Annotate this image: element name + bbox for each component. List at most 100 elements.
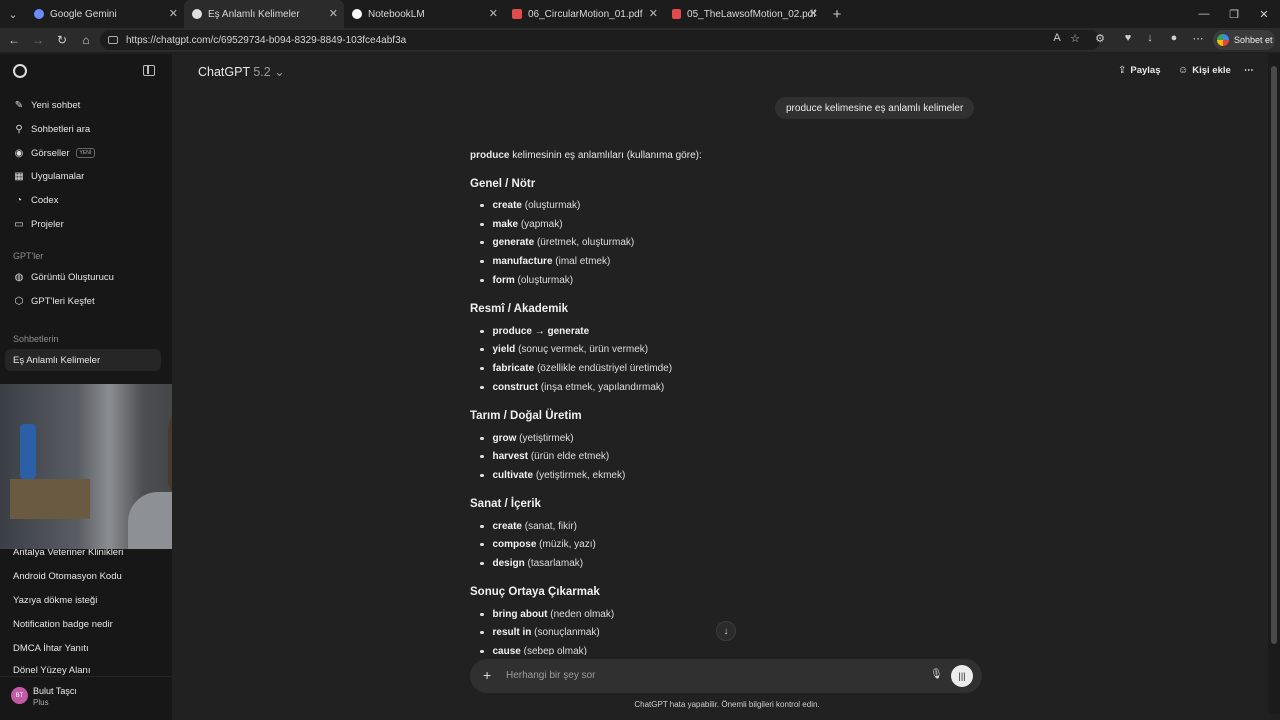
pdf-icon <box>672 9 682 19</box>
list-item: create (sanat, fikir) <box>480 521 577 532</box>
new-tab-plus-icon[interactable]: + <box>824 6 850 23</box>
folder-icon: ▭ <box>14 218 24 230</box>
voice-mode-button[interactable]: ||| <box>951 665 973 687</box>
add-person-icon: ☺ <box>1178 65 1189 76</box>
browser-essentials-icon[interactable]: ♥ <box>1120 32 1136 44</box>
sidebar-toggle-icon[interactable] <box>143 65 155 76</box>
message-composer[interactable]: + Herhangi bir şey sor 🎙 ||| <box>470 659 982 693</box>
codex-icon: ◔ <box>15 194 23 206</box>
share-button[interactable]: ⇪ Paylaş <box>1118 65 1161 76</box>
close-icon[interactable]: ✕ <box>169 7 178 20</box>
chatgpt-icon <box>192 9 202 19</box>
sidebar-item-explore-gpts[interactable]: ⬡ GPT'leri Keşfet <box>5 290 161 312</box>
plus-icon[interactable]: + <box>483 667 491 683</box>
home-icon[interactable]: ⌂ <box>74 28 98 52</box>
reload-icon[interactable]: ↻ <box>50 28 74 52</box>
sidebar-item-images[interactable]: ◉ Görseller YENİ <box>5 142 161 164</box>
extensions-icon[interactable]: ⚙ <box>1092 32 1108 45</box>
model-selector[interactable]: ChatGPT 5.2 ⌄ <box>198 64 285 79</box>
microphone-icon[interactable]: 🎙 <box>930 669 943 680</box>
scrollbar[interactable] <box>1268 54 1280 714</box>
close-icon[interactable]: ✕ <box>489 7 498 20</box>
main-chat-area: ChatGPT 5.2 ⌄ ⇪ Paylaş ☺ Kişi ekle ⋯ pro… <box>172 54 1270 720</box>
avatar: BT <box>11 687 28 704</box>
tab-menu-chevron-icon[interactable]: ⌄ <box>0 0 26 28</box>
section-heading: Sonuç Ortaya Çıkarmak <box>470 586 600 598</box>
image-generator-icon: ◍ <box>14 271 24 283</box>
list-item: manufacture (imal etmek) <box>480 256 610 267</box>
composer-placeholder[interactable]: Herhangi bir şey sor <box>506 670 595 681</box>
window-close-icon[interactable]: ✕ <box>1248 0 1280 28</box>
edit-icon: ✎ <box>14 99 24 111</box>
tab-laws-of-motion-pdf[interactable]: 05_TheLawsofMotion_02.pdf ✕ <box>664 0 824 28</box>
close-icon[interactable]: ✕ <box>329 7 338 20</box>
scroll-thumb[interactable] <box>1271 66 1277 644</box>
list-item: cause (sebep olmak) <box>480 646 587 655</box>
sidebar-item-image-generator[interactable]: ◍ Görüntü Oluşturucu <box>5 266 161 288</box>
sidebar-item-apps[interactable]: ▦ Uygulamalar <box>5 165 161 187</box>
notebooklm-icon <box>352 9 362 19</box>
browser-tab-bar: ⌄ Google Gemini ✕ Eş Anlamlı Kelimeler ✕… <box>0 0 1280 28</box>
more-menu-icon[interactable]: ⋯ <box>1190 32 1206 45</box>
list-item: form (oluşturmak) <box>480 275 573 286</box>
list-item: compose (müzik, yazı) <box>480 539 596 550</box>
explore-icon: ⬡ <box>14 295 24 307</box>
list-item: create (oluşturmak) <box>480 200 580 211</box>
downloads-icon[interactable]: ↓ <box>1142 32 1158 44</box>
section-heading: Sanat / İçerik <box>470 498 541 510</box>
close-icon[interactable]: ✕ <box>809 7 818 20</box>
arrow-down-icon: ↓ <box>723 625 729 637</box>
disclaimer-text: ChatGPT hata yapabilir. Önemli bilgileri… <box>634 700 820 709</box>
list-item: result in (sonuçlanmak) <box>480 627 600 638</box>
tab-notebooklm[interactable]: NotebookLM ✕ <box>344 0 504 28</box>
favorite-star-icon[interactable]: ☆ <box>1067 32 1083 45</box>
user-name: Bulut Taşcı <box>33 686 77 696</box>
read-aloud-icon[interactable]: A <box>1049 32 1065 44</box>
openai-logo-icon[interactable] <box>13 64 27 78</box>
new-badge: YENİ <box>75 148 96 158</box>
share-icon: ⇪ <box>1118 65 1127 76</box>
sidebar-item-search-chats[interactable]: ⚲ Sohbetleri ara <box>5 118 161 140</box>
minimize-icon[interactable]: — <box>1188 0 1220 28</box>
list-item: yield (sonuç vermek, ürün vermek) <box>480 344 648 355</box>
chevron-down-icon: ⌄ <box>274 65 285 79</box>
search-icon: ⚲ <box>15 123 23 135</box>
url-field[interactable]: https://chatgpt.com/c/69529734-b094-8329… <box>100 30 1100 50</box>
chat-item[interactable]: Yazıya dökme isteği <box>5 589 161 611</box>
list-item: produce → generate <box>480 326 589 337</box>
list-item: grow (yetiştirmek) <box>480 433 574 444</box>
list-item: harvest (ürün elde etmek) <box>480 451 609 462</box>
image-icon: ◉ <box>14 147 24 159</box>
section-heading: Tarım / Doğal Üretim <box>470 410 582 422</box>
lock-icon <box>108 36 118 44</box>
list-item: bring about (neden olmak) <box>480 609 614 620</box>
address-bar: ← → ↻ ⌂ https://chatgpt.com/c/69529734-b… <box>0 28 1280 52</box>
tab-google-gemini[interactable]: Google Gemini ✕ <box>26 0 184 28</box>
more-options-icon[interactable]: ⋯ <box>1244 65 1254 76</box>
back-arrow-icon[interactable]: ← <box>2 28 26 52</box>
chat-item[interactable]: DMCA İhtar Yanıtı <box>5 637 161 659</box>
sidebar-item-new-chat[interactable]: ✎ Yeni sohbet <box>5 94 161 116</box>
sidebar-item-projects[interactable]: ▭ Projeler <box>5 213 161 235</box>
user-message-bubble: produce kelimesine eş anlamlı kelimeler <box>775 97 975 119</box>
chat-item[interactable]: Android Otomasyon Kodu <box>5 565 161 587</box>
tab-es-anlamli-kelimeler[interactable]: Eş Anlamlı Kelimeler ✕ <box>184 0 344 28</box>
chat-item[interactable]: Notification badge nedir <box>5 613 161 635</box>
forward-arrow-icon[interactable]: → <box>26 28 50 52</box>
close-icon[interactable]: ✕ <box>649 7 658 20</box>
gpts-heading: GPT'ler <box>13 251 44 261</box>
tab-circular-motion-pdf[interactable]: 06_CircularMotion_01.pdf ✕ <box>504 0 664 28</box>
chat-item-active[interactable]: Eş Anlamlı Kelimeler <box>5 349 161 371</box>
profile-icon[interactable]: ● <box>1166 32 1182 44</box>
user-account-button[interactable]: BT Bulut Taşcı Plus <box>0 676 172 720</box>
list-item: fabricate (özellikle endüstriyel üretimd… <box>480 363 672 374</box>
copilot-chat-button[interactable]: Sohbet et <box>1213 30 1275 50</box>
sidebar-item-codex[interactable]: ◔ Codex <box>5 189 161 211</box>
list-item: design (tasarlamak) <box>480 558 583 569</box>
list-item: make (yapmak) <box>480 219 563 230</box>
chat-item[interactable]: Dönel Yüzey Alanı <box>5 661 161 675</box>
scroll-to-bottom-button[interactable]: ↓ <box>716 621 736 641</box>
list-item: cultivate (yetiştirmek, ekmek) <box>480 470 625 481</box>
restore-icon[interactable]: ❐ <box>1218 0 1250 28</box>
add-person-button[interactable]: ☺ Kişi ekle <box>1178 65 1231 76</box>
